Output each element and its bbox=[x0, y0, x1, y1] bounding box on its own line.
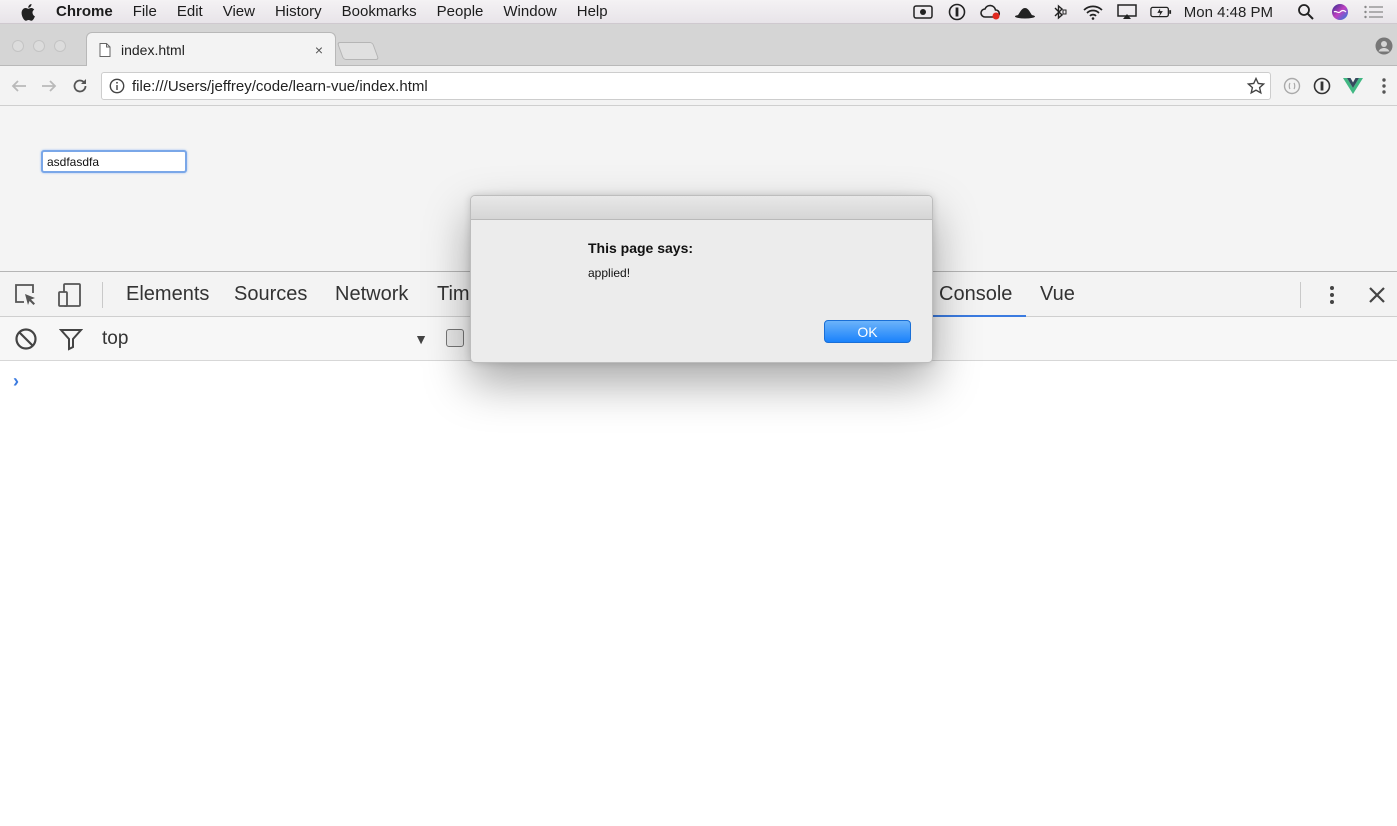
url-text[interactable]: file:///Users/jeffrey/code/learn-vue/ind… bbox=[132, 78, 1246, 95]
password-extension-icon[interactable] bbox=[1312, 76, 1332, 96]
notification-center-icon[interactable] bbox=[1363, 3, 1385, 21]
window-close-button[interactable] bbox=[12, 40, 24, 52]
menu-people[interactable]: People bbox=[437, 3, 484, 20]
preserve-log-checkbox[interactable] bbox=[446, 329, 464, 347]
menu-file[interactable]: File bbox=[133, 3, 157, 20]
password-manager-icon[interactable] bbox=[946, 3, 968, 21]
apple-logo-icon[interactable] bbox=[20, 3, 38, 21]
dialog-titlebar[interactable] bbox=[471, 196, 932, 220]
devtools-close-icon[interactable] bbox=[1365, 283, 1389, 307]
menu-view[interactable]: View bbox=[223, 3, 255, 20]
menu-help[interactable]: Help bbox=[577, 3, 608, 20]
tab-elements[interactable]: Elements bbox=[126, 283, 209, 306]
tab-index-html[interactable]: index.html × bbox=[86, 32, 336, 66]
devtools-separator bbox=[102, 282, 103, 308]
menubar-clock[interactable]: Mon 4:48 PM bbox=[1184, 4, 1273, 21]
chrome-menu-icon[interactable] bbox=[1374, 76, 1394, 96]
address-bar[interactable]: file:///Users/jeffrey/code/learn-vue/ind… bbox=[101, 72, 1271, 100]
creative-cloud-icon[interactable] bbox=[979, 3, 1002, 21]
forward-arrow-icon[interactable] bbox=[38, 75, 60, 97]
menu-edit[interactable]: Edit bbox=[177, 3, 203, 20]
dialog-message: applied! bbox=[588, 266, 631, 280]
back-arrow-icon[interactable] bbox=[8, 75, 30, 97]
device-toolbar-icon[interactable] bbox=[57, 282, 83, 308]
alert-dialog: This page says: applied! OK bbox=[470, 195, 933, 363]
bluetooth-icon[interactable] bbox=[1048, 3, 1070, 21]
battery-icon[interactable] bbox=[1150, 3, 1172, 21]
airplay-icon[interactable] bbox=[1116, 3, 1138, 21]
extension-circle-icon[interactable] bbox=[1282, 76, 1302, 96]
tab-sources[interactable]: Sources bbox=[234, 283, 307, 306]
window-zoom-button[interactable] bbox=[54, 40, 66, 52]
tab-timeline[interactable]: Tim bbox=[437, 283, 470, 306]
tab-console[interactable]: Console bbox=[939, 283, 1012, 306]
spotlight-search-icon[interactable] bbox=[1295, 3, 1317, 21]
screen-record-icon[interactable] bbox=[912, 3, 934, 21]
filter-funnel-icon[interactable] bbox=[59, 327, 83, 351]
vue-devtools-icon[interactable] bbox=[1343, 76, 1363, 96]
menu-bookmarks[interactable]: Bookmarks bbox=[342, 3, 417, 20]
tab-close-icon[interactable]: × bbox=[311, 42, 327, 58]
menu-window[interactable]: Window bbox=[503, 3, 556, 20]
text-input[interactable] bbox=[41, 150, 187, 173]
tab-strip: index.html × bbox=[0, 24, 1397, 66]
console-prompt-icon[interactable]: › bbox=[13, 371, 19, 392]
new-tab-button[interactable] bbox=[336, 42, 380, 60]
siri-icon[interactable] bbox=[1329, 3, 1351, 21]
incognito-hat-icon[interactable] bbox=[1014, 3, 1036, 21]
dialog-heading: This page says: bbox=[588, 240, 694, 256]
devtools-separator-right bbox=[1300, 282, 1301, 308]
tab-vue[interactable]: Vue bbox=[1040, 283, 1075, 306]
tab-title: index.html bbox=[121, 41, 185, 58]
ok-button[interactable]: OK bbox=[824, 320, 911, 343]
bookmark-star-icon[interactable] bbox=[1246, 76, 1266, 96]
dropdown-triangle-icon: ▼ bbox=[414, 331, 428, 347]
menu-app-name[interactable]: Chrome bbox=[56, 3, 113, 20]
page-info-icon[interactable] bbox=[109, 78, 125, 94]
clear-console-icon[interactable] bbox=[14, 327, 38, 351]
context-label: top bbox=[102, 328, 129, 349]
window-minimize-button[interactable] bbox=[33, 40, 45, 52]
reload-icon[interactable] bbox=[69, 75, 91, 97]
browser-toolbar: file:///Users/jeffrey/code/learn-vue/ind… bbox=[0, 66, 1397, 106]
context-selector[interactable]: top ▼ bbox=[102, 327, 428, 351]
tab-network[interactable]: Network bbox=[335, 283, 408, 306]
inspect-element-icon[interactable] bbox=[13, 282, 39, 308]
menu-bar: Chrome File Edit View History Bookmarks … bbox=[0, 0, 1397, 24]
devtools-more-icon[interactable] bbox=[1322, 283, 1342, 307]
menu-history[interactable]: History bbox=[275, 3, 322, 20]
document-icon bbox=[99, 42, 111, 57]
wifi-icon[interactable] bbox=[1082, 3, 1104, 21]
profile-avatar-icon[interactable] bbox=[1375, 37, 1393, 55]
